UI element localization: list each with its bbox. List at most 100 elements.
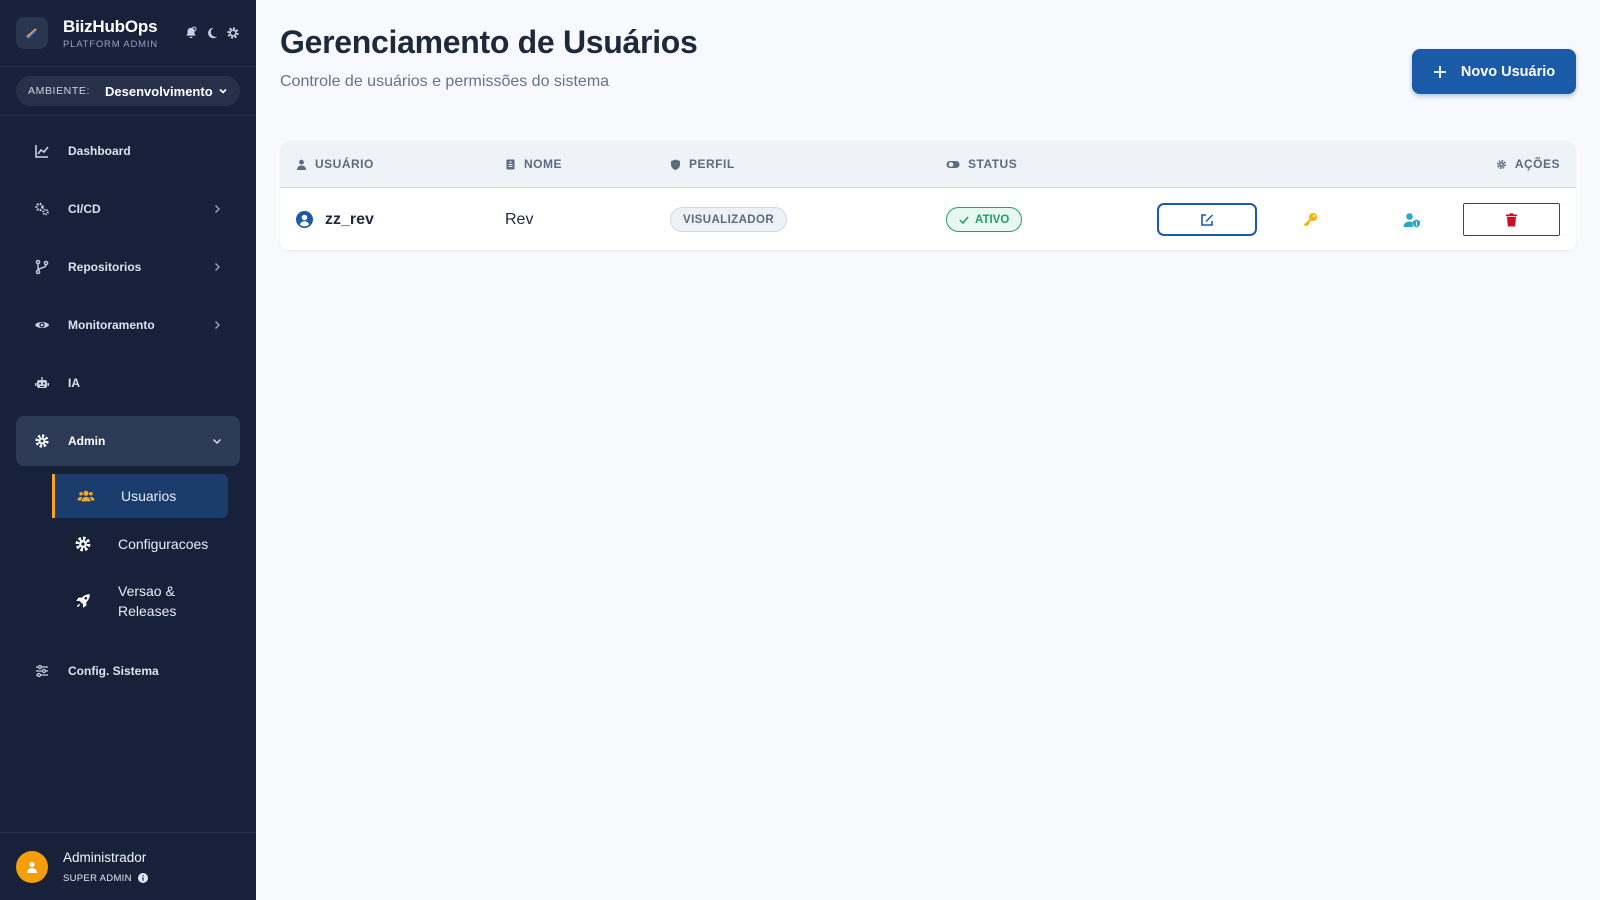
page-subtitle: Controle de usuários e permissões do sis… — [280, 73, 610, 90]
delete-button[interactable] — [1463, 203, 1560, 236]
user-name: Administrador — [63, 849, 147, 865]
header-label: AÇÕES — [1514, 157, 1560, 171]
cell-delete — [1463, 188, 1560, 251]
user-fullname: Rev — [505, 210, 534, 228]
sidebar-item-label: IA — [68, 376, 80, 390]
header-status[interactable]: STATUS — [946, 157, 1017, 171]
bell-icon[interactable] — [184, 26, 198, 40]
sidebar-item-admin[interactable]: Admin — [16, 416, 240, 466]
header-label: USUÁRIO — [315, 157, 374, 171]
header-perfil[interactable]: PERFIL — [670, 157, 735, 171]
user-footer: Administrador SUPER ADMIN — [0, 832, 256, 900]
sidebar-item-monitoramento[interactable]: Monitoramento — [16, 300, 240, 350]
user-circle-icon — [296, 211, 313, 228]
trash-icon — [1506, 212, 1517, 226]
header-acoes[interactable]: AÇÕES — [1496, 157, 1560, 171]
status-label: ATIVO — [975, 213, 1010, 226]
sidebar-item-repositorios[interactable]: Repositorios — [16, 242, 240, 292]
check-icon — [959, 215, 969, 224]
edit-button[interactable] — [1157, 203, 1257, 236]
new-user-button-label: Novo Usuário — [1460, 63, 1556, 80]
chevron-right-icon — [215, 205, 220, 213]
user-icon — [27, 861, 37, 873]
sidebar: BiizHubOps PLATFORM ADMIN AMBIENTE: Dese… — [0, 0, 256, 900]
sidebar-item-cicd[interactable]: CI/CD — [16, 184, 240, 234]
chart-line-icon — [35, 145, 49, 158]
new-user-button[interactable]: Novo Usuário — [1412, 49, 1576, 94]
sidebar-item-label: Configuracoes — [118, 536, 209, 552]
chevron-down-icon — [219, 88, 227, 94]
username: zz_rev — [325, 210, 374, 228]
users-table: USUÁRIO NOME PERFIL STATUS AÇÕES zz_rev … — [280, 141, 1576, 251]
eye-icon — [35, 322, 49, 328]
table-header: USUÁRIO NOME PERFIL STATUS AÇÕES — [280, 141, 1576, 188]
header-label: STATUS — [968, 157, 1018, 171]
sidebar-item-label: Monitoramento — [68, 318, 155, 332]
app-logo[interactable] — [16, 17, 48, 49]
chevron-right-icon — [215, 321, 220, 329]
gears-icon — [35, 202, 49, 216]
sidebar-item-label: Versao & Releases — [118, 581, 176, 621]
page-title: Gerenciamento de Usuários — [280, 24, 698, 60]
sidebar-item-usuarios[interactable]: Usuarios — [52, 474, 228, 518]
moon-icon[interactable] — [205, 26, 219, 40]
table-row[interactable]: zz_rev Rev VISUALIZADOR ATIVO — [280, 188, 1576, 251]
logo-icon — [26, 28, 37, 39]
versao-line-2: Releases — [118, 603, 177, 619]
sidebar-item-versao-releases[interactable]: Versao & Releases — [52, 570, 256, 632]
sidebar-item-config-sistema[interactable]: Config. Sistema — [16, 646, 240, 696]
gear-icon — [1496, 159, 1506, 169]
brand-header: BiizHubOps PLATFORM ADMIN — [0, 0, 256, 67]
sidebar-item-label: Dashboard — [68, 144, 131, 158]
chevron-right-icon — [215, 263, 220, 271]
sidebar-item-ia[interactable]: IA — [16, 358, 240, 408]
sidebar-item-label: Config. Sistema — [68, 664, 159, 678]
brand-subtitle: PLATFORM ADMIN — [63, 38, 158, 50]
git-branch-icon — [35, 259, 49, 275]
environment-select[interactable]: AMBIENTE: Desenvolvimento — [16, 76, 240, 106]
info-icon[interactable] — [137, 873, 148, 883]
cell-usuario: zz_rev — [296, 188, 374, 251]
admin-submenu: Usuarios Configuracoes Versao & Releases — [52, 474, 256, 632]
versao-line-1: Versao & — [118, 583, 175, 599]
gear-icon[interactable] — [226, 26, 240, 40]
shield-icon — [671, 159, 680, 170]
sliders-icon — [36, 664, 48, 678]
status-badge: ATIVO — [946, 207, 1023, 232]
gear-icon — [35, 434, 49, 448]
sidebar-item-label: Repositorios — [68, 260, 142, 274]
header-label: PERFIL — [689, 157, 735, 171]
role-badge: VISUALIZADOR — [670, 207, 788, 232]
sidebar-item-configuracoes[interactable]: Configuracoes — [52, 518, 256, 570]
environment-value: Desenvolvimento — [105, 83, 213, 99]
users-icon — [77, 490, 95, 502]
gear-icon — [75, 536, 91, 552]
edit-icon — [1201, 213, 1213, 226]
brand-name: BiizHubOps — [63, 16, 158, 36]
toggle-icon — [946, 160, 960, 168]
sidebar-item-label: Usuarios — [121, 488, 177, 504]
cell-status: ATIVO — [946, 188, 1023, 251]
id-card-icon — [506, 159, 515, 169]
cell-permissions — [1403, 188, 1421, 251]
rocket-icon — [76, 594, 90, 608]
chevron-down-icon — [213, 439, 221, 444]
main-content: Gerenciamento de Usuários Controle de us… — [256, 0, 1600, 900]
user-shield-icon[interactable] — [1403, 212, 1421, 228]
key-icon[interactable] — [1303, 212, 1318, 227]
user-icon — [297, 159, 306, 170]
cell-perfil: VISUALIZADOR — [670, 188, 788, 251]
avatar[interactable] — [16, 850, 48, 883]
user-role: SUPER ADMIN — [63, 872, 132, 884]
plus-icon — [1433, 65, 1446, 78]
sidebar-nav: Dashboard CI/CD Repositorios Monitoramen… — [0, 116, 256, 704]
sidebar-item-label: CI/CD — [68, 202, 101, 216]
cell-nome: Rev — [505, 188, 533, 251]
environment-label: AMBIENTE: — [28, 85, 90, 97]
cell-password — [1303, 188, 1318, 251]
header-label: NOME — [524, 157, 562, 171]
header-nome[interactable]: NOME — [505, 157, 562, 171]
cell-edit — [1157, 188, 1257, 251]
sidebar-item-dashboard[interactable]: Dashboard — [16, 126, 240, 176]
header-usuario[interactable]: USUÁRIO — [296, 157, 374, 171]
